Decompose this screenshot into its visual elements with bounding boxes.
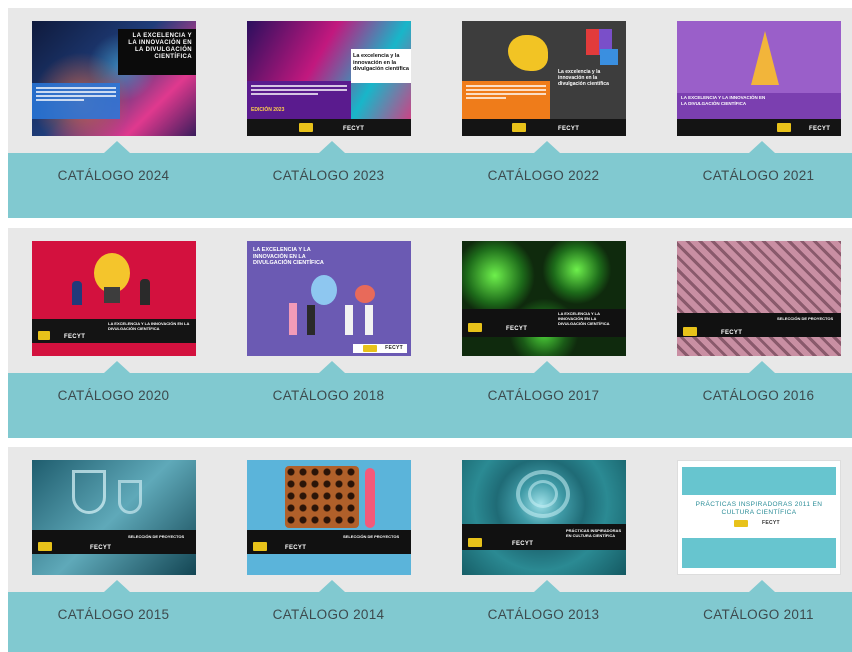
cover-title: SELECCIÓN DE PROYECTOS bbox=[128, 534, 185, 539]
government-logo bbox=[734, 520, 748, 527]
catalog-card-2011[interactable]: PRÁCTICAS INSPIRADORAS 2011 EN CULTURA C… bbox=[653, 447, 852, 652]
catalog-label[interactable]: CATÁLOGO 2017 bbox=[438, 388, 649, 403]
catalog-card-2018[interactable]: LA EXCELENCIA Y LA INNOVACIÓN EN LA DIVU… bbox=[223, 228, 434, 438]
catalog-label[interactable]: CATÁLOGO 2013 bbox=[438, 607, 649, 622]
pointer-notch bbox=[749, 141, 775, 153]
catalog-row-2: FECYT LA EXCELENCIA Y LA INNOVACIÓN EN L… bbox=[8, 228, 852, 438]
cover-title: PRÁCTICAS INSPIRADORAS EN CULTURA CIENTÍ… bbox=[566, 528, 622, 538]
cover-image-2020[interactable]: FECYT LA EXCELENCIA Y LA INNOVACIÓN EN L… bbox=[32, 241, 196, 356]
cover-title: LA EXCELENCIA Y LA INNOVACIÓN EN LA DIVU… bbox=[253, 247, 324, 266]
cover-title: LA EXCELENCIA Y LA INNOVACIÓN EN LA DIVU… bbox=[128, 33, 192, 60]
catalog-row-1: LA EXCELENCIA Y LA INNOVACIÓN EN LA DIVU… bbox=[8, 8, 852, 218]
fecyt-logo: FECYT bbox=[343, 126, 365, 132]
cover-title: SELECCIÓN DE PROYECTOS bbox=[777, 316, 834, 321]
catalog-card-2023[interactable]: La excelencia y la innovación en la divu… bbox=[223, 8, 434, 218]
fecyt-logo: FECYT bbox=[558, 126, 580, 132]
cover-title: LA EXCELENCIA Y LA INNOVACIÓN EN LA DIVU… bbox=[681, 95, 766, 106]
government-logo bbox=[777, 123, 791, 132]
pointer-notch bbox=[534, 580, 560, 592]
government-logo bbox=[38, 542, 52, 551]
fecyt-logo: FECYT bbox=[762, 520, 780, 526]
cover-title: La excelencia y la innovación en la divu… bbox=[353, 53, 409, 72]
pointer-notch bbox=[534, 141, 560, 153]
cover-image-2018[interactable]: LA EXCELENCIA Y LA INNOVACIÓN EN LA DIVU… bbox=[247, 241, 411, 356]
pointer-notch bbox=[104, 361, 130, 373]
government-logo bbox=[468, 538, 482, 547]
government-logo bbox=[299, 123, 313, 132]
catalog-label[interactable]: CATÁLOGO 2021 bbox=[653, 168, 852, 183]
pointer-notch bbox=[319, 141, 345, 153]
pointer-notch bbox=[749, 580, 775, 592]
catalog-label[interactable]: CATÁLOGO 2022 bbox=[438, 168, 649, 183]
fecyt-logo: FECYT bbox=[64, 334, 86, 340]
catalog-label[interactable]: CATÁLOGO 2015 bbox=[8, 607, 219, 622]
catalog-card-2016[interactable]: FECYT SELECCIÓN DE PROYECTOS CATÁLOGO 20… bbox=[653, 228, 852, 438]
government-logo bbox=[683, 327, 697, 336]
catalog-card-2022[interactable]: La excelencia y la innovación en la divu… bbox=[438, 8, 649, 218]
catalog-label[interactable]: CATÁLOGO 2011 bbox=[653, 607, 852, 622]
catalog-card-2013[interactable]: FECYT PRÁCTICAS INSPIRADORAS EN CULTURA … bbox=[438, 447, 649, 652]
government-logo bbox=[363, 345, 377, 352]
cover-footer bbox=[247, 119, 411, 136]
catalog-card-2024[interactable]: LA EXCELENCIA Y LA INNOVACIÓN EN LA DIVU… bbox=[8, 8, 219, 218]
catalog-label[interactable]: CATÁLOGO 2016 bbox=[653, 388, 852, 403]
catalog-row-3: FECYT SELECCIÓN DE PROYECTOS CATÁLOGO 20… bbox=[8, 447, 852, 652]
pointer-notch bbox=[749, 361, 775, 373]
government-logo bbox=[38, 331, 50, 340]
government-logo bbox=[468, 323, 482, 332]
cover-title: SELECCIÓN DE PROYECTOS bbox=[343, 534, 400, 539]
catalog-card-2021[interactable]: LA EXCELENCIA Y LA INNOVACIÓN EN LA DIVU… bbox=[653, 8, 852, 218]
fecyt-logo: FECYT bbox=[385, 345, 403, 351]
pointer-notch bbox=[319, 361, 345, 373]
pointer-notch bbox=[319, 580, 345, 592]
catalog-card-2014[interactable]: FECYT SELECCIÓN DE PROYECTOS CATÁLOGO 20… bbox=[223, 447, 434, 652]
catalog-label[interactable]: CATÁLOGO 2023 bbox=[223, 168, 434, 183]
catalog-label[interactable]: CATÁLOGO 2018 bbox=[223, 388, 434, 403]
government-logo bbox=[253, 542, 267, 551]
pointer-notch bbox=[534, 361, 560, 373]
cover-title: La excelencia y la innovación en la divu… bbox=[558, 69, 609, 87]
fecyt-logo: FECYT bbox=[809, 126, 831, 132]
fecyt-logo: FECYT bbox=[512, 541, 534, 547]
fecyt-logo: FECYT bbox=[90, 545, 112, 551]
pointer-notch bbox=[104, 580, 130, 592]
catalog-label[interactable]: CATÁLOGO 2020 bbox=[8, 388, 219, 403]
cover-image-2013[interactable]: FECYT PRÁCTICAS INSPIRADORAS EN CULTURA … bbox=[462, 460, 626, 575]
fecyt-logo: FECYT bbox=[285, 545, 307, 551]
fecyt-logo: FECYT bbox=[506, 326, 528, 332]
pointer-notch bbox=[104, 141, 130, 153]
catalog-label[interactable]: CATÁLOGO 2024 bbox=[8, 168, 219, 183]
cover-image-2014[interactable]: FECYT SELECCIÓN DE PROYECTOS bbox=[247, 460, 411, 575]
government-logo bbox=[512, 123, 526, 132]
fecyt-logo: FECYT bbox=[721, 330, 743, 336]
catalog-label[interactable]: CATÁLOGO 2014 bbox=[223, 607, 434, 622]
cover-image-2024[interactable]: LA EXCELENCIA Y LA INNOVACIÓN EN LA DIVU… bbox=[32, 21, 196, 136]
cover-title: LA EXCELENCIA Y LA INNOVACIÓN EN LA DIVU… bbox=[558, 311, 610, 326]
catalog-card-2020[interactable]: FECYT LA EXCELENCIA Y LA INNOVACIÓN EN L… bbox=[8, 228, 219, 438]
cover-image-2023[interactable]: La excelencia y la innovación en la divu… bbox=[247, 21, 411, 136]
catalog-card-2017[interactable]: FECYT LA EXCELENCIA Y LA INNOVACIÓN EN L… bbox=[438, 228, 649, 438]
cover-image-2016[interactable]: FECYT SELECCIÓN DE PROYECTOS bbox=[677, 241, 841, 356]
cover-title: LA EXCELENCIA Y LA INNOVACIÓN EN LA DIVU… bbox=[108, 321, 190, 331]
cover-image-2022[interactable]: La excelencia y la innovación en la divu… bbox=[462, 21, 626, 136]
catalog-card-2015[interactable]: FECYT SELECCIÓN DE PROYECTOS CATÁLOGO 20… bbox=[8, 447, 219, 652]
cover-title: PRÁCTICAS INSPIRADORAS 2011 EN CULTURA C… bbox=[695, 501, 823, 516]
cover-footer bbox=[462, 119, 626, 136]
cover-image-2011[interactable]: PRÁCTICAS INSPIRADORAS 2011 EN CULTURA C… bbox=[677, 460, 841, 575]
cover-subtitle: EDICIÓN 2023 bbox=[251, 107, 285, 113]
cover-image-2017[interactable]: FECYT LA EXCELENCIA Y LA INNOVACIÓN EN L… bbox=[462, 241, 626, 356]
cover-image-2021[interactable]: LA EXCELENCIA Y LA INNOVACIÓN EN LA DIVU… bbox=[677, 21, 841, 136]
cover-image-2015[interactable]: FECYT SELECCIÓN DE PROYECTOS bbox=[32, 460, 196, 575]
